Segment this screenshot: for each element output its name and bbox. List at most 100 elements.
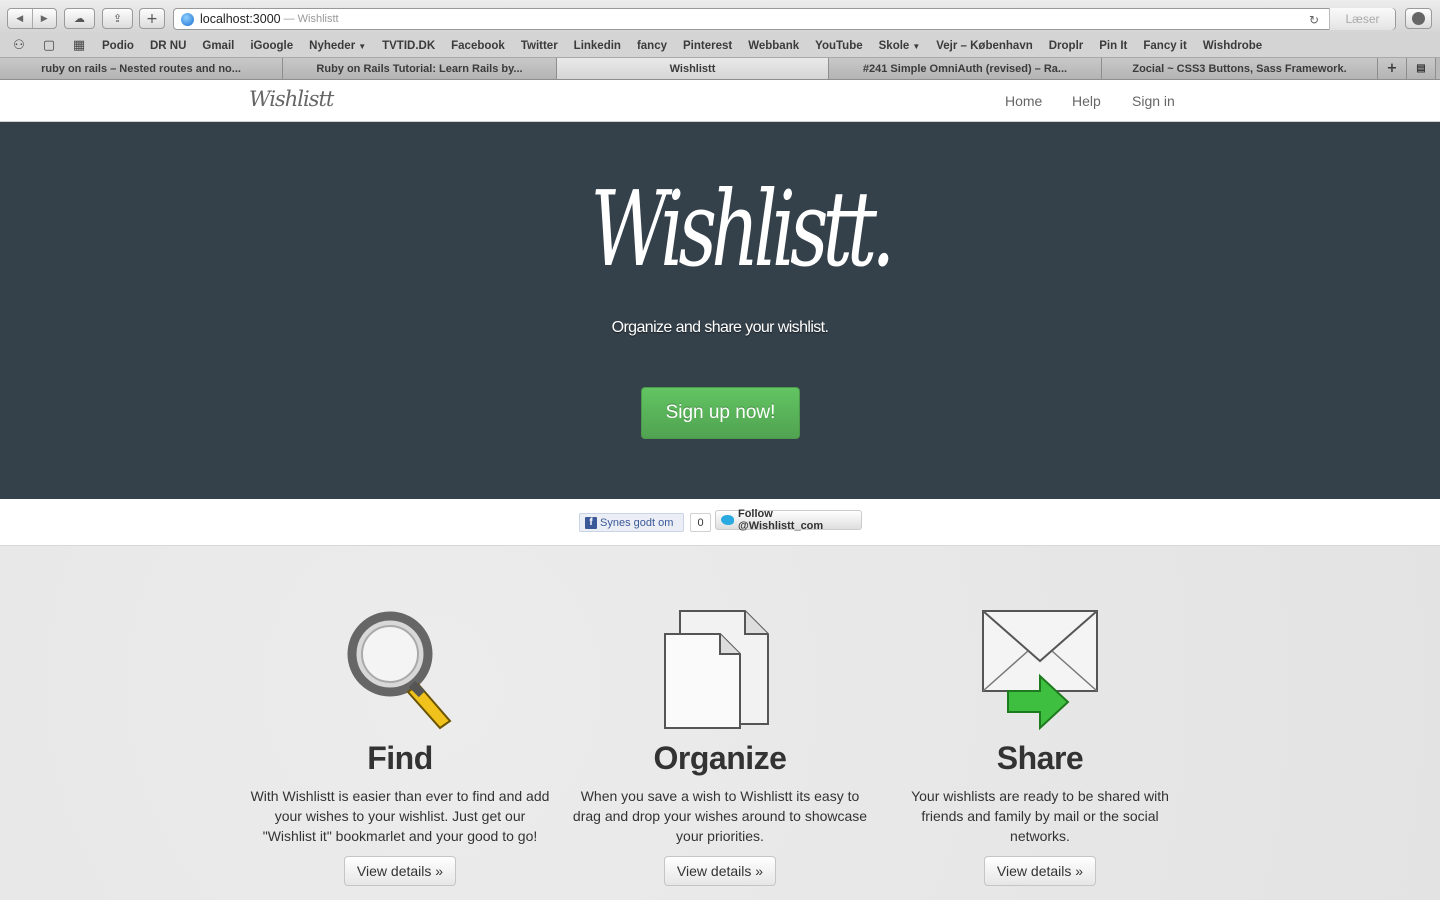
bookmark-label: Facebook	[451, 39, 505, 52]
bookmark-label: Webbank	[748, 39, 800, 52]
view-details-button[interactable]: View details »	[664, 856, 776, 886]
feature-title: Organize	[653, 740, 787, 776]
reload-icon[interactable]: ↻	[1309, 13, 1319, 27]
tab-label: Wishlistt	[669, 62, 716, 75]
view-details-button[interactable]: View details »	[984, 856, 1096, 886]
tab-label: #241 Simple OmniAuth (revised) – Ra...	[862, 62, 1068, 75]
bookmark-item[interactable]: Pin It	[1099, 40, 1127, 52]
bookmark-item[interactable]: iGoogle	[250, 40, 293, 52]
feature-text: Your wishlists are ready to be shared wi…	[911, 788, 1169, 844]
icloud-button[interactable]: ☁	[64, 8, 95, 29]
tab-list-icon: ▤	[1416, 63, 1426, 74]
tab-overview-button[interactable]: ▤	[1407, 58, 1436, 79]
bookmark-item[interactable]: Wishdrobe	[1203, 40, 1262, 52]
twitter-bird-icon	[721, 515, 734, 525]
tab-4[interactable]: Zocial ~ CSS3 Buttons, Sass Framework.	[1102, 58, 1378, 79]
bookmark-item[interactable]: Pinterest	[683, 40, 732, 52]
bookmark-item[interactable]: Webbank	[748, 40, 799, 52]
feature-title: Share	[996, 740, 1084, 776]
bookmarks-bar: ⚇ ▢ ▦ Podio DR NU Gmail iGoogle Nyheder ▼ TVTI…	[0, 34, 1440, 58]
site-navbar: Wishlistt Home Help Sign in	[0, 80, 1440, 122]
bookmark-item[interactable]: fancy	[637, 40, 667, 52]
nav-home[interactable]: Home	[1005, 93, 1042, 109]
cloud-icon: ☁	[74, 12, 85, 25]
bookmark-label: YouTube	[815, 39, 863, 52]
nav-help[interactable]: Help	[1072, 93, 1101, 109]
bookmark-list: Podio DR NU Gmail iGoogle Nyheder ▼ TVTID.DK Fa…	[102, 40, 1278, 52]
forward-icon[interactable]: ▶	[31, 9, 57, 28]
tab-3[interactable]: #241 Simple OmniAuth (revised) – Ra...	[829, 58, 1102, 79]
tab-label: ruby on rails – Nested routes and no...	[41, 62, 241, 75]
tab-0[interactable]: ruby on rails – Nested routes and no...	[0, 58, 283, 79]
feature-title: Find	[367, 740, 433, 776]
address-bar[interactable]: localhost:3000 — Wishlistt ↻ Læser	[173, 8, 1396, 30]
new-tab-button[interactable]: +	[1378, 58, 1407, 79]
hero-logo: Wishlistt.	[590, 168, 895, 290]
facebook-like-button[interactable]: f Synes godt om	[579, 513, 684, 532]
bookmark-item[interactable]: Facebook	[451, 40, 505, 52]
bookmark-item[interactable]: Droplr	[1049, 40, 1084, 52]
facebook-like-label: Synes godt om	[600, 516, 674, 529]
tab-2[interactable]: Wishlistt	[557, 58, 829, 79]
new-tab-icon: +	[1386, 61, 1398, 76]
download-icon	[1412, 12, 1425, 25]
reader-button[interactable]: Læser	[1329, 8, 1395, 30]
globe-icon	[181, 12, 194, 26]
bookmark-item[interactable]: Podio	[102, 40, 134, 52]
downloads-button[interactable]	[1405, 8, 1432, 29]
nav-signin[interactable]: Sign in	[1132, 93, 1175, 109]
share-icon: ⇪	[112, 12, 123, 25]
bookmark-item[interactable]: YouTube	[815, 40, 862, 52]
address-separator: —	[283, 13, 295, 25]
facebook-like-count: 0	[690, 513, 711, 532]
bookmark-label: Twitter	[520, 39, 558, 52]
tab-1[interactable]: Ruby on Rails Tutorial: Learn Rails by..…	[283, 58, 557, 79]
envelope-arrow-icon	[982, 610, 1098, 731]
bookmark-item[interactable]: Fancy it	[1143, 40, 1186, 52]
chevron-down-icon: ▼	[912, 41, 921, 51]
back-forward-buttons[interactable]: ◀ ▶	[7, 8, 57, 29]
bookmark-label: Podio	[102, 39, 134, 52]
bookmark-label: Wishdrobe	[1202, 39, 1263, 52]
site-logo[interactable]: Wishlistt	[249, 87, 334, 111]
address-url[interactable]: localhost:3000	[200, 12, 281, 26]
feature-text: When you save a wish to Wishlistt its ea…	[572, 788, 868, 844]
bookmark-item[interactable]: Vejr – København	[936, 40, 1033, 52]
bookmark-label: TVTID.DK	[382, 39, 436, 52]
magnifier-icon	[347, 611, 452, 730]
bookmark-label: Nyheder	[309, 39, 356, 52]
address-page-title: Wishlistt	[297, 13, 339, 25]
bookmark-item[interactable]: Skole ▼	[879, 40, 921, 52]
top-sites-icon[interactable]: ▦	[69, 38, 89, 53]
bookmark-item[interactable]: Gmail	[202, 40, 234, 52]
tab-label: Ruby on Rails Tutorial: Learn Rails by..…	[316, 62, 523, 75]
view-details-button[interactable]: View details »	[344, 856, 456, 886]
bookmark-item[interactable]: Twitter	[521, 40, 558, 52]
tab-bar: ruby on rails – Nested routes and no... …	[0, 58, 1440, 80]
bookmark-label: DR NU	[149, 39, 187, 52]
twitter-follow-label: Follow @Wishlistt_com	[737, 508, 824, 532]
bookmark-label: Pinterest	[683, 39, 733, 52]
feature-text: With Wishlistt is easier than ever to fi…	[250, 788, 550, 844]
bookmark-label: Droplr	[1048, 39, 1084, 52]
bookmark-label: Pin It	[1099, 39, 1128, 52]
twitter-follow-button[interactable]: Follow @Wishlistt_com	[715, 508, 862, 532]
plus-icon: +	[146, 10, 158, 27]
bookmark-label: fancy	[636, 39, 667, 52]
bookmark-item[interactable]: Nyheder ▼	[309, 40, 366, 52]
add-bookmark-button[interactable]: +	[139, 8, 165, 29]
bookmark-label: Skole	[878, 39, 910, 52]
chevron-down-icon: ▼	[358, 41, 367, 51]
back-icon[interactable]: ◀	[8, 9, 32, 28]
signup-button[interactable]: Sign up now!	[641, 387, 800, 439]
share-button[interactable]: ⇪	[102, 8, 133, 29]
bookmark-item[interactable]: Linkedin	[574, 40, 621, 52]
bookmark-item[interactable]: DR NU	[150, 40, 186, 52]
bookmark-label: iGoogle	[250, 39, 294, 52]
social-bar: f Synes godt om 0 Follow @Wishlistt_com	[0, 499, 1440, 546]
tab-label: Zocial ~ CSS3 Buttons, Sass Framework.	[1132, 62, 1347, 75]
bookmarks-book-icon[interactable]: ▢	[39, 38, 59, 53]
browser-toolbar: ◀ ▶ ☁ ⇪ + localhost:3000 — Wishlistt ↻ L…	[0, 0, 1440, 34]
bookmark-item[interactable]: TVTID.DK	[382, 40, 435, 52]
reading-list-icon[interactable]: ⚇	[9, 38, 29, 53]
